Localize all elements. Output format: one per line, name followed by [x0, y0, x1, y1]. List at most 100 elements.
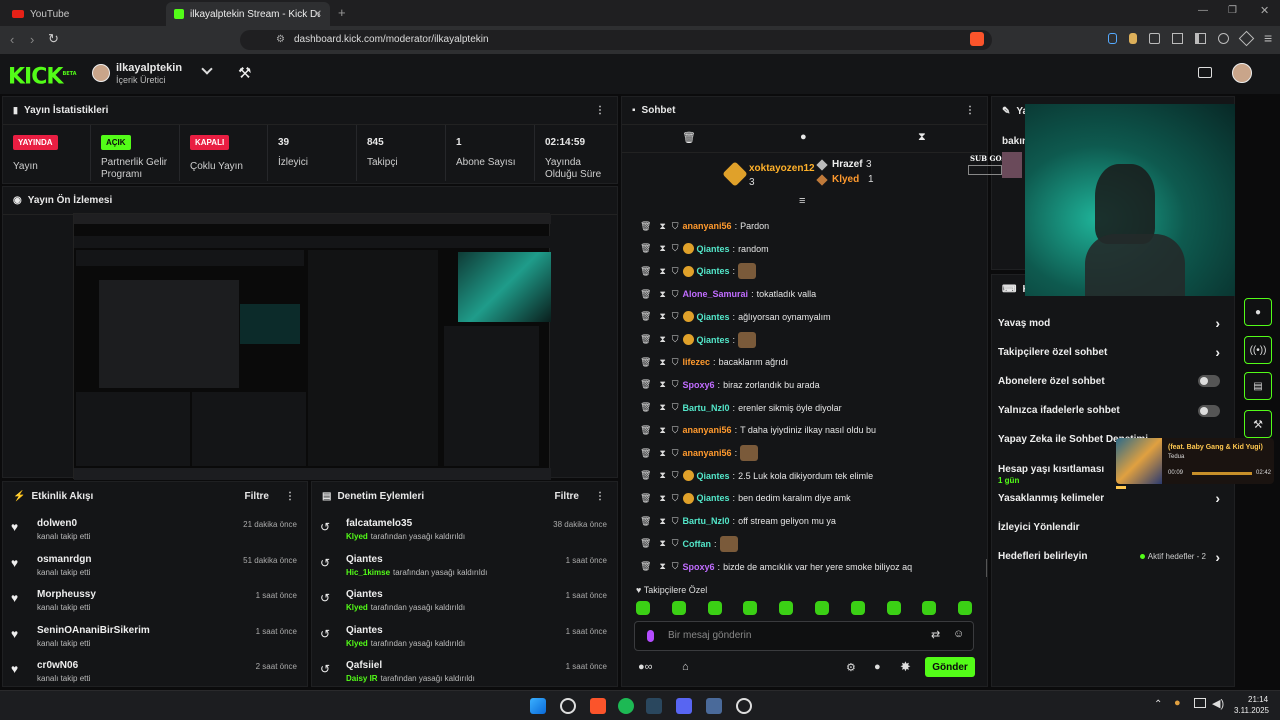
users-icon[interactable]: ●∞	[638, 661, 653, 673]
stream-preview-frame[interactable]	[73, 213, 551, 480]
trash-icon[interactable]: 🗑	[640, 311, 651, 322]
message-icon[interactable]: ●	[874, 661, 881, 673]
setting-row[interactable]: Yasaklanmış kelimeler ›	[998, 484, 1230, 512]
trash-icon[interactable]: 🗑	[640, 289, 651, 300]
activity-user[interactable]: SeninOAnaniBirSikerim	[37, 625, 150, 636]
moderation-actor[interactable]: Hic_1kimse	[346, 568, 390, 577]
moderation-item[interactable]: ↺ Qafsiiel Daisy IR tarafından yasağı kaldı…	[320, 658, 609, 686]
mic-icon[interactable]	[647, 630, 654, 642]
steam-icon[interactable]	[646, 698, 662, 714]
trash-icon[interactable]: 🗑	[640, 357, 651, 368]
message-icon[interactable]: ●	[800, 131, 807, 143]
tab-youtube[interactable]: YouTube	[4, 2, 164, 26]
tab-kick[interactable]: ilkayalptekin Stream - Kick Dashb ✕	[166, 2, 330, 26]
chat-username[interactable]: Qiantes	[697, 312, 730, 322]
trash-icon[interactable]: 🗑	[640, 379, 651, 390]
chat-message[interactable]: 🗑 ⧗ ⛉ Alone_Samurai: tokatladık valla	[640, 283, 816, 305]
brave-shield-icon[interactable]	[970, 32, 984, 46]
obs-icon[interactable]	[736, 698, 752, 714]
site-info-icon[interactable]: ⚙	[276, 30, 285, 50]
chat-message[interactable]: 🗑 ⧗ ⛉ Qiantes: random	[640, 238, 769, 260]
setting-row[interactable]: Yavaş mod ›	[998, 309, 1230, 337]
chat-message[interactable]: 🗑 ⧗ ⛉ Coffan:	[640, 533, 738, 555]
hourglass-icon[interactable]: ⧗	[918, 131, 926, 144]
hourglass-icon[interactable]: ⧗	[659, 379, 665, 390]
moderation-item[interactable]: ↺ Qiantes Klyed tarafından yasağı kaldırıld…	[320, 623, 609, 659]
translate-icon[interactable]: ⇄	[931, 628, 940, 641]
chat-username[interactable]: Coffan	[683, 539, 712, 549]
forward-icon[interactable]: ›	[30, 32, 34, 47]
trash-icon[interactable]: 🗑	[640, 221, 651, 232]
top-supporter-name[interactable]: xoktayozen12	[749, 163, 815, 174]
moderation-item[interactable]: ↺ Qiantes Klyed tarafından yasağı kaldırıld…	[320, 587, 609, 623]
store-icon[interactable]: ⌂	[682, 661, 689, 673]
moderation-actor[interactable]: Klyed	[346, 603, 368, 612]
user-avatar[interactable]	[1232, 63, 1252, 83]
top-supporter-name[interactable]: Klyed	[832, 174, 859, 185]
audio-icon[interactable]	[1108, 33, 1117, 44]
chat-username[interactable]: Bartu_Nzl0	[683, 403, 730, 413]
emote-icon[interactable]	[850, 601, 865, 615]
chat-message[interactable]: 🗑 ⧗ ⛉ Qiantes:	[640, 260, 757, 282]
moderation-actor[interactable]: Klyed	[346, 639, 368, 648]
chat-message[interactable]: 🗑 ⧗ ⛉ Qiantes: ağlıyorsan oynamyalım	[640, 306, 831, 328]
moderation-target[interactable]: Qiantes	[346, 589, 383, 600]
hourglass-icon[interactable]: ⧗	[659, 448, 665, 459]
chat-message[interactable]: 🗑 ⧗ ⛉ ananyani56:	[640, 442, 759, 464]
moderation-actor[interactable]: Daisy IR	[346, 674, 378, 683]
vpn-icon[interactable]	[706, 698, 722, 714]
volume-icon[interactable]: ◀)	[1212, 697, 1224, 710]
hourglass-icon[interactable]: ⧗	[659, 311, 665, 322]
chat-message[interactable]: 🗑 ⧗ ⛉ lifezec: bacaklarım ağrıdı	[640, 351, 788, 373]
chevron-down-icon[interactable]	[201, 63, 213, 75]
chat-popout-button[interactable]: ●	[1244, 298, 1272, 326]
more-icon[interactable]: ⋮	[965, 105, 975, 116]
emote-icon[interactable]	[886, 601, 901, 615]
activity-user[interactable]: cr0wN06	[37, 660, 78, 671]
extensions-icon[interactable]	[1149, 33, 1160, 44]
top-supporter-name[interactable]: Hrazef	[832, 159, 863, 170]
chat-input[interactable]: Bir mesaj gönderin ⇄ ☺	[634, 621, 974, 651]
moderation-item[interactable]: ↺ falcatamelo35 Klyed tarafından yasağı kal…	[320, 516, 609, 552]
chat-username[interactable]: ananyani56	[683, 221, 732, 231]
trash-icon[interactable]: 🗑	[640, 243, 651, 254]
windows-start-icon[interactable]	[530, 698, 546, 714]
activity-item[interactable]: ♥ dolwen0 kanalı takip etti 21 dakika önce	[11, 516, 299, 552]
moderation-actor[interactable]: Klyed	[346, 532, 368, 541]
trash-icon[interactable]: 🗑	[640, 561, 651, 572]
trash-icon[interactable]: 🗑	[640, 538, 651, 549]
emote-icon[interactable]	[958, 601, 973, 615]
camera-icon[interactable]	[1198, 67, 1212, 78]
maximize-button[interactable]: ❐	[1228, 5, 1237, 16]
chat-username[interactable]: lifezec	[683, 357, 711, 367]
emote-icon[interactable]	[815, 601, 829, 615]
setting-toggle[interactable]	[1198, 404, 1220, 417]
activity-user[interactable]: osmanrdgn	[37, 554, 91, 565]
setting-row[interactable]: Takipçilere özel sohbet ›	[998, 338, 1230, 366]
trash-icon[interactable]: 🗑	[640, 402, 651, 413]
layout-button[interactable]: ▤	[1244, 372, 1272, 400]
hourglass-icon[interactable]: ⧗	[659, 402, 665, 413]
screenshot-icon[interactable]	[1172, 33, 1183, 44]
setting-toggle[interactable]	[1198, 375, 1220, 388]
menu-icon[interactable]: ≡	[1264, 31, 1272, 45]
chat-message[interactable]: 🗑 ⧗ ⛉ Spoxy6: bizde de amcıklık var her yere…	[640, 556, 912, 578]
chat-username[interactable]: Qiantes	[697, 244, 730, 254]
chat-scrollbar[interactable]	[986, 559, 987, 577]
hourglass-icon[interactable]: ⧗	[659, 425, 665, 436]
activity-item[interactable]: ♥ Morpheussy kanalı takip etti 1 saat önce	[11, 587, 299, 623]
avatar[interactable]	[92, 64, 110, 82]
emote-icon[interactable]	[779, 601, 794, 615]
more-icon[interactable]: ⋮	[595, 491, 605, 502]
chat-username[interactable]: Qiantes	[697, 335, 730, 345]
activity-item[interactable]: ♥ osmanrdgn kanalı takip etti 51 dakika önc…	[11, 552, 299, 588]
discord-icon[interactable]	[676, 698, 692, 714]
clock-time[interactable]: 21:14	[1248, 695, 1268, 704]
moderation-target[interactable]: Qiantes	[346, 554, 383, 565]
clock-date[interactable]: 3.11.2025	[1234, 706, 1269, 715]
trash-icon[interactable]: 🗑	[640, 493, 651, 504]
leo-icon[interactable]	[1238, 30, 1255, 47]
trash-icon[interactable]: 🗑	[640, 334, 651, 345]
hourglass-icon[interactable]: ⧗	[659, 289, 665, 300]
mic-tray-icon[interactable]: ●	[1174, 697, 1181, 709]
